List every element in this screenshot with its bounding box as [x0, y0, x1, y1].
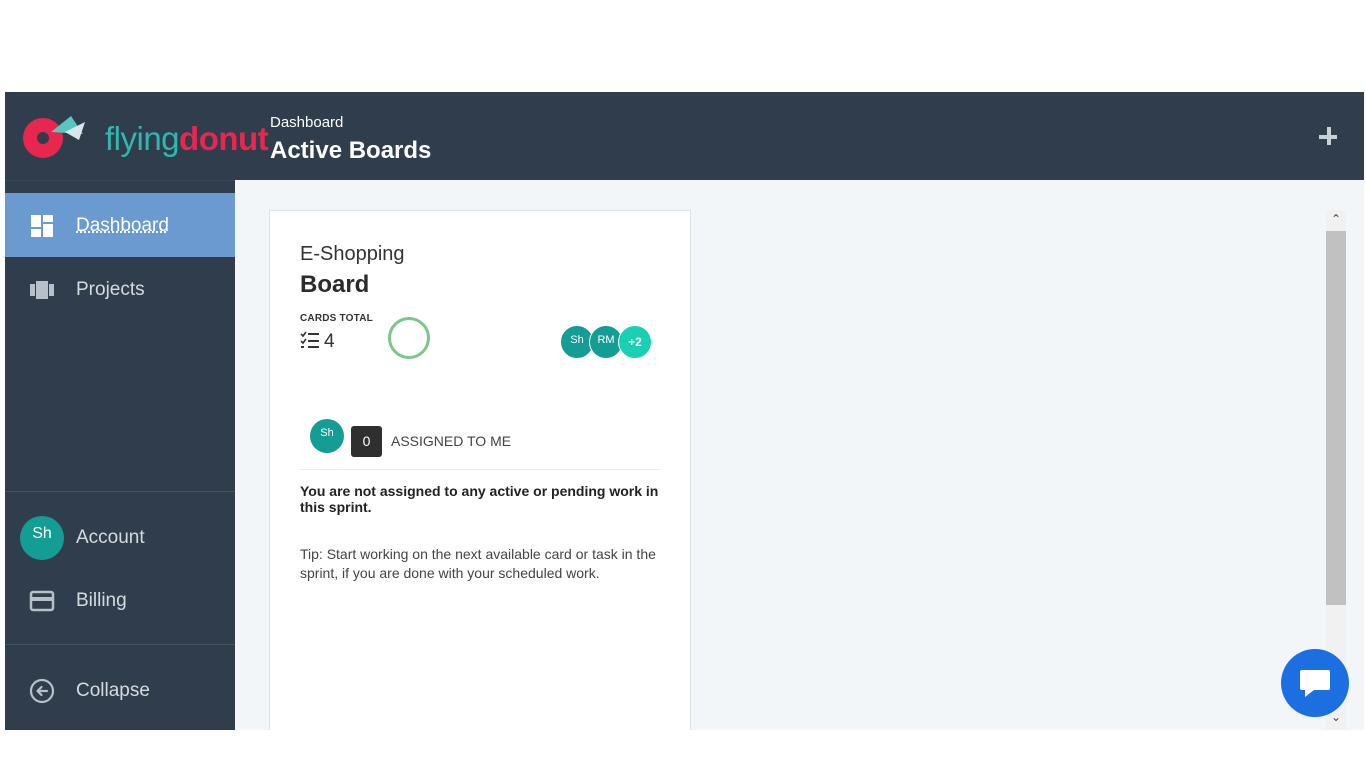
- avatar: Sh: [20, 516, 64, 560]
- dashboard-icon: [31, 215, 53, 237]
- checklist-icon: [300, 331, 319, 348]
- donut-logo-icon: [23, 116, 85, 158]
- chat-button[interactable]: [1281, 649, 1349, 717]
- chat-icon: [1300, 670, 1330, 697]
- sidebar-item-label: Projects: [76, 279, 145, 300]
- app-window: flyingdonut Dashboard Active Boards Dash…: [5, 92, 1364, 730]
- sidebar-item-label: Billing: [76, 590, 127, 611]
- sidebar: Dashboard Projects Sh Account Billing Co…: [5, 180, 235, 730]
- progress-ring: [388, 317, 430, 359]
- cards-total-value: 4: [324, 331, 335, 352]
- board-name: Board: [300, 271, 370, 298]
- flyingdonut-logo[interactable]: flyingdonut: [21, 110, 269, 162]
- cards-total-count: 4: [300, 331, 335, 353]
- page-title: Active Boards: [270, 137, 432, 164]
- sidebar-item-label: Account: [76, 527, 145, 548]
- projects-icon: [30, 281, 54, 299]
- collapse-button[interactable]: Collapse: [5, 658, 235, 722]
- assigned-to-me[interactable]: Sh 0 ASSIGNED TO ME: [310, 417, 670, 457]
- board-card[interactable]: E-Shopping Board CARDS TOTAL 4 Sh RM +2: [269, 210, 691, 730]
- assignment-message: You are not assigned to any active or pe…: [300, 483, 659, 515]
- avatar: Sh: [310, 419, 344, 453]
- sidebar-item-dashboard[interactable]: Dashboard: [5, 193, 235, 257]
- arrow-left-circle-icon: [29, 678, 55, 704]
- add-board-button[interactable]: [1318, 126, 1340, 148]
- logo-wordmark: flyingdonut: [105, 120, 269, 157]
- sidebar-item-projects[interactable]: Projects: [5, 257, 235, 321]
- sidebar-item-label: Collapse: [76, 680, 150, 701]
- logo-text-flying: flying: [105, 120, 180, 157]
- top-bar: flyingdonut Dashboard Active Boards: [5, 92, 1364, 180]
- sidebar-item-account[interactable]: Sh Account: [5, 505, 235, 569]
- assigned-label: ASSIGNED TO ME: [391, 433, 512, 449]
- sidebar-item-billing[interactable]: Billing: [5, 568, 235, 632]
- breadcrumb[interactable]: Dashboard: [270, 114, 343, 131]
- sidebar-divider: [5, 644, 235, 645]
- assigned-count-badge: 0: [351, 426, 382, 457]
- sidebar-item-label: Dashboard: [76, 215, 169, 236]
- sidebar-divider: [5, 491, 235, 492]
- scroll-up-arrow[interactable]: ⌃: [1329, 212, 1343, 226]
- cards-total-label: CARDS TOTAL: [300, 313, 373, 324]
- main-content: E-Shopping Board CARDS TOTAL 4 Sh RM +2: [235, 180, 1364, 730]
- card-divider: [300, 469, 660, 470]
- scroll-thumb[interactable]: [1326, 231, 1346, 605]
- credit-card-icon: [29, 590, 55, 612]
- logo-text-donut: donut: [179, 120, 269, 157]
- tip-text: Tip: Start working on the next available…: [300, 546, 656, 581]
- more-members-badge[interactable]: +2: [618, 325, 652, 359]
- board-project-name: E-Shopping: [300, 243, 405, 265]
